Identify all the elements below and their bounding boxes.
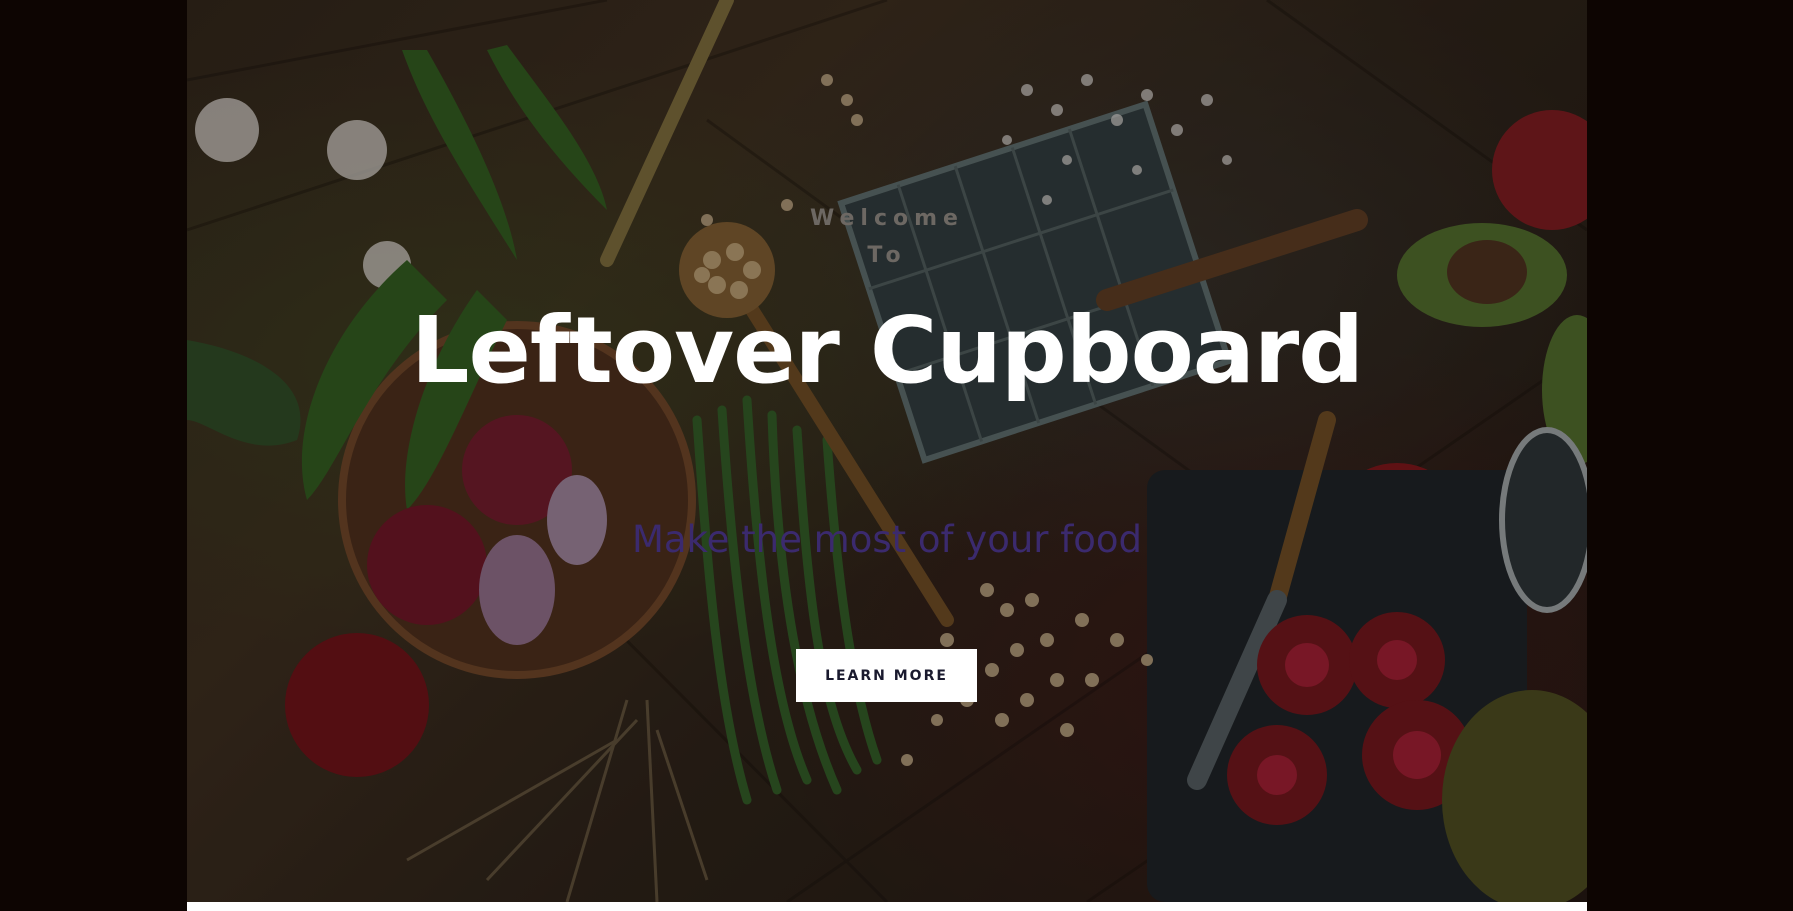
content-section-edge	[187, 902, 1587, 911]
hero-banner: Welcome To Leftover Cupboard Make the mo…	[187, 0, 1587, 902]
learn-more-button[interactable]: LEARN MORE	[796, 649, 977, 702]
tagline: Make the most of your food	[631, 518, 1143, 561]
welcome-text: Welcome	[810, 206, 964, 231]
welcome-to-text: To	[867, 243, 907, 268]
site-title: Leftover Cupboard	[410, 297, 1364, 404]
page: Welcome To Leftover Cupboard Make the mo…	[0, 0, 1793, 911]
hero-content: Welcome To Leftover Cupboard Make the mo…	[187, 0, 1587, 902]
